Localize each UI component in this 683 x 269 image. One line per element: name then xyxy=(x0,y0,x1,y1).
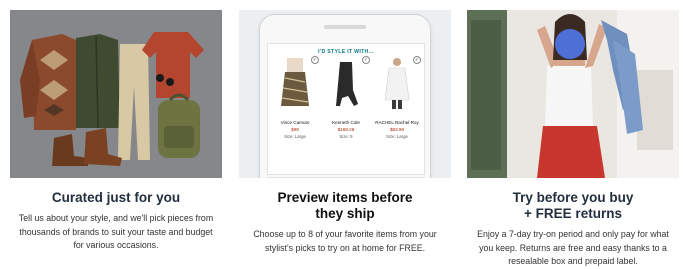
feature-title-line-2: they ship xyxy=(315,206,375,221)
product-size: Size: Large xyxy=(386,134,408,139)
check-icon[interactable]: ✓ xyxy=(311,56,319,64)
next-product-card xyxy=(267,177,425,178)
feature-row: Curated just for you Tell us about your … xyxy=(0,0,683,266)
check-icon[interactable]: ✓ xyxy=(362,56,370,64)
product-price: $83.96 xyxy=(389,127,405,132)
product-brand: Vince Camuto xyxy=(280,120,310,125)
feature-title: Try before you buy + FREE returns xyxy=(467,190,679,222)
feature-curated: Curated just for you Tell us about your … xyxy=(10,10,222,253)
product-card[interactable]: ✓ Kenneth Cole $168.26 Size: 9 xyxy=(322,56,370,139)
product-price: $99 xyxy=(291,127,299,132)
phone-mockup: I'D STYLE IT WITH... ✓ Vince Camuto $99 … xyxy=(259,14,431,178)
product-brand: Kenneth Cole xyxy=(332,120,360,125)
feature-preview: I'D STYLE IT WITH... ✓ Vince Camuto $99 … xyxy=(239,10,451,255)
product-size: Size: 9 xyxy=(339,134,353,139)
product-card[interactable]: ✓ RACHEL Rachel Roy $83.96 Size: Large xyxy=(373,56,421,139)
product-price: $168.26 xyxy=(337,127,355,132)
phone-speaker xyxy=(324,25,366,29)
feature-title: Preview items before they ship xyxy=(239,190,451,222)
feature-title-line-1: Preview items before xyxy=(277,190,413,205)
phone-preview-image: I'D STYLE IT WITH... ✓ Vince Camuto $99 … xyxy=(239,10,451,178)
product-card[interactable]: ✓ Vince Camuto $99 Size: Large xyxy=(271,56,319,139)
white-coat-image: ✓ xyxy=(373,56,421,110)
patterned-skirt-image: ✓ xyxy=(271,56,319,110)
product-cards: ✓ Vince Camuto $99 Size: Large ✓ Kenneth… xyxy=(268,56,424,139)
feature-title-line-2: + FREE returns xyxy=(524,206,622,221)
feature-title-line-1: Try before you buy xyxy=(512,190,634,205)
product-size: Size: Large xyxy=(284,134,306,139)
phone-screen: I'D STYLE IT WITH... ✓ Vince Camuto $99 … xyxy=(267,43,425,175)
woman-trying-jacket-image xyxy=(467,10,679,178)
feature-try-before: Try before you buy + FREE returns Enjoy … xyxy=(467,10,679,269)
feature-description: Choose up to 8 of your favorite items fr… xyxy=(253,229,437,253)
black-boot-image: ✓ xyxy=(322,56,370,110)
feature-description: Tell us about your style, and we'll pick… xyxy=(18,213,214,250)
style-header: I'D STYLE IT WITH... xyxy=(318,49,374,55)
feature-title: Curated just for you xyxy=(51,190,181,205)
flatlay-outfit-image xyxy=(10,10,222,178)
check-icon[interactable]: ✓ xyxy=(413,56,421,64)
feature-description: Enjoy a 7-day try-on period and only pay… xyxy=(477,229,669,266)
product-brand: RACHEL Rachel Roy xyxy=(375,120,419,125)
